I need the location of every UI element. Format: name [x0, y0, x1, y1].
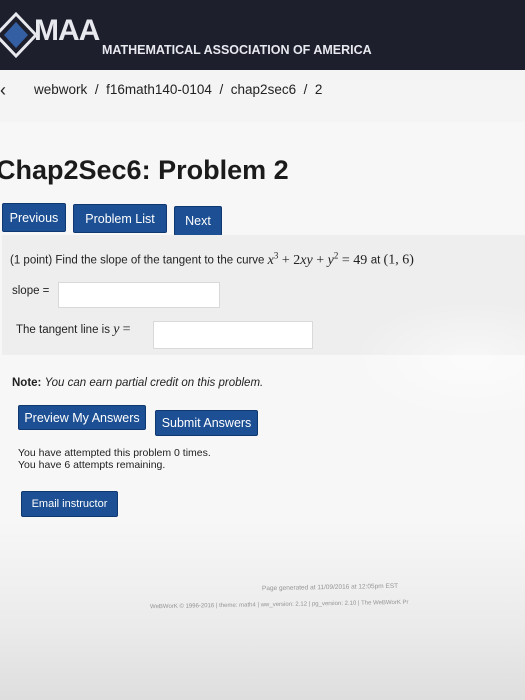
breadcrumb: webwork / f16math140-0104 / chap2sec6 / … — [34, 82, 322, 97]
tangent-equals: = — [122, 322, 131, 337]
problem-equation: x3 + 2xy + y2 = 49 — [267, 250, 368, 268]
note-text: You can earn partial credit on this prob… — [44, 377, 264, 389]
maa-logo-icon — [0, 11, 36, 59]
problem-at: at — [370, 254, 381, 267]
breadcrumb-item-set[interactable]: chap2sec6 — [231, 82, 296, 97]
org-name: MATHEMATICAL ASSOCIATION OF AMERICA — [102, 43, 372, 57]
page-title: Chap2Sec6: Problem 2 — [0, 155, 289, 185]
breadcrumb-item-course[interactable]: f16math140-0104 — [106, 82, 212, 97]
attempts-info: You have attempted this problem 0 times.… — [18, 447, 211, 471]
problem-point: (1, 6) — [383, 252, 414, 268]
problem-prefix: (1 point) Find the slope of the tangent … — [10, 254, 265, 267]
previous-button[interactable]: Previous — [2, 203, 66, 232]
bottom-shade — [0, 520, 525, 700]
breadcrumb-item-webwork[interactable]: webwork — [34, 82, 87, 97]
maa-logo-text: MAA — [34, 14, 100, 47]
footer-credits: WeBWorK © 1996-2016 | theme: math4 | ww_… — [149, 599, 409, 611]
problem-list-button[interactable]: Problem List — [73, 204, 167, 233]
breadcrumb-item-problem: 2 — [314, 82, 323, 97]
partial-credit-note: Note: You can earn partial credit on thi… — [12, 377, 263, 389]
footer-generated: Page generated at 11/09/2016 at 12:05pm … — [261, 582, 399, 593]
tangent-line-label: The tangent line is y = — [16, 322, 131, 338]
submit-answers-button[interactable]: Submit Answers — [155, 410, 258, 436]
note-label: Note: — [12, 377, 42, 389]
tangent-var: y — [113, 322, 120, 337]
email-instructor-button[interactable]: Email instructor — [21, 491, 118, 517]
maa-header: MAA MATHEMATICAL ASSOCIATION OF AMERICA — [0, 0, 525, 70]
back-chevron-icon[interactable]: ‹ — [0, 80, 6, 101]
tangent-line-input[interactable] — [153, 321, 313, 349]
preview-answers-button[interactable]: Preview My Answers — [18, 405, 146, 430]
tangent-label-prefix: The tangent line is — [16, 324, 110, 336]
slope-label: slope = — [12, 285, 50, 297]
attempts-made: You have attempted this problem 0 times. — [18, 447, 211, 459]
slope-input[interactable] — [58, 282, 220, 308]
next-button[interactable]: Next — [174, 206, 222, 236]
attempts-remaining: You have 6 attempts remaining. — [18, 459, 166, 471]
problem-statement: (1 point) Find the slope of the tangent … — [10, 250, 414, 269]
